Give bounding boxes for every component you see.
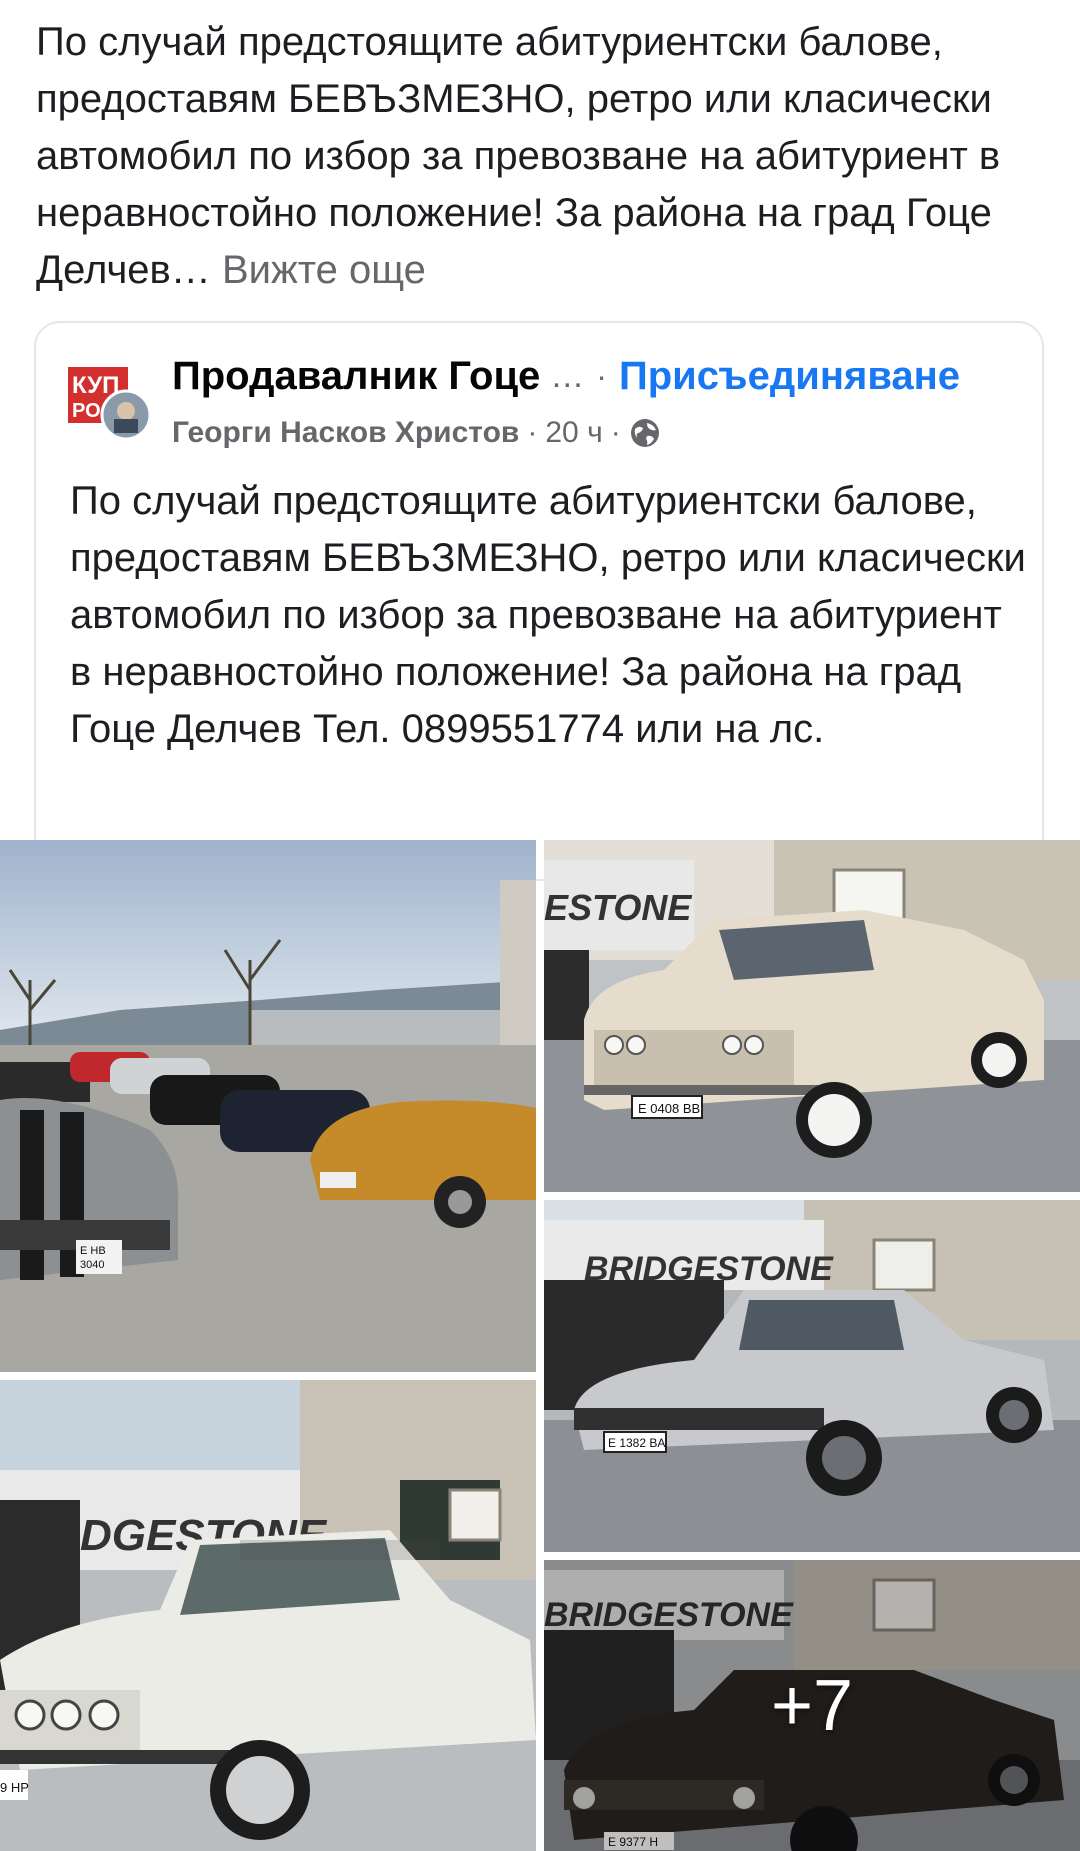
- group-name[interactable]: Продавалник Гоце: [172, 354, 540, 399]
- group-avatar-image: КУП РО: [66, 355, 152, 441]
- group-header: Продавалник Гоце … · Присъединяване: [172, 351, 1032, 401]
- post-photo-3[interactable]: BRIDGESTONE E 1382 BA: [544, 1200, 1080, 1552]
- see-more-link[interactable]: Вижте още: [222, 248, 426, 292]
- svg-text:3040: 3040: [80, 1259, 104, 1271]
- group-name-ellipsis: …: [550, 356, 585, 395]
- svg-text:9 HP: 9 HP: [0, 1780, 29, 1795]
- group-avatar[interactable]: КУП РО: [66, 355, 152, 441]
- shared-post-card[interactable]: КУП РО Продавалник Гоце … · Присъединява…: [34, 321, 1044, 881]
- post-photo-2[interactable]: ESTONE E 0408 BB: [544, 840, 1080, 1192]
- more-photos-count[interactable]: +7: [544, 1560, 1080, 1851]
- separator-dot: ·: [596, 357, 607, 394]
- join-button[interactable]: Присъединяване: [619, 354, 960, 399]
- svg-text:E 0408 BB: E 0408 BB: [638, 1101, 700, 1116]
- post-photo-4[interactable]: DGESTONE 9 HP: [0, 1380, 536, 1851]
- post-photo-5[interactable]: BRIDGESTONE E 9377 H +7: [544, 1560, 1080, 1851]
- meta-separator: ·: [527, 416, 538, 449]
- globe-icon: [629, 417, 661, 449]
- svg-text:РО: РО: [72, 400, 101, 422]
- svg-text:ESTONE: ESTONE: [544, 887, 692, 928]
- author-name[interactable]: Георги Насков Христов: [172, 416, 519, 450]
- post-time[interactable]: 20 ч: [545, 416, 602, 450]
- svg-text:E 1382 BA: E 1382 BA: [608, 1436, 665, 1450]
- post-text-body: По случай предстоящите абитуриентски бал…: [36, 20, 1001, 292]
- post-photo-1[interactable]: E HB 3040: [0, 840, 536, 1372]
- post-text: По случай предстоящите абитуриентски бал…: [36, 14, 1056, 299]
- svg-text:E HB: E HB: [80, 1245, 106, 1257]
- post-meta: Георги Насков Христов · 20 ч ·: [172, 411, 661, 455]
- meta-separator: ·: [610, 416, 621, 449]
- shared-post-text: По случай предстоящите абитуриентски бал…: [70, 479, 1026, 751]
